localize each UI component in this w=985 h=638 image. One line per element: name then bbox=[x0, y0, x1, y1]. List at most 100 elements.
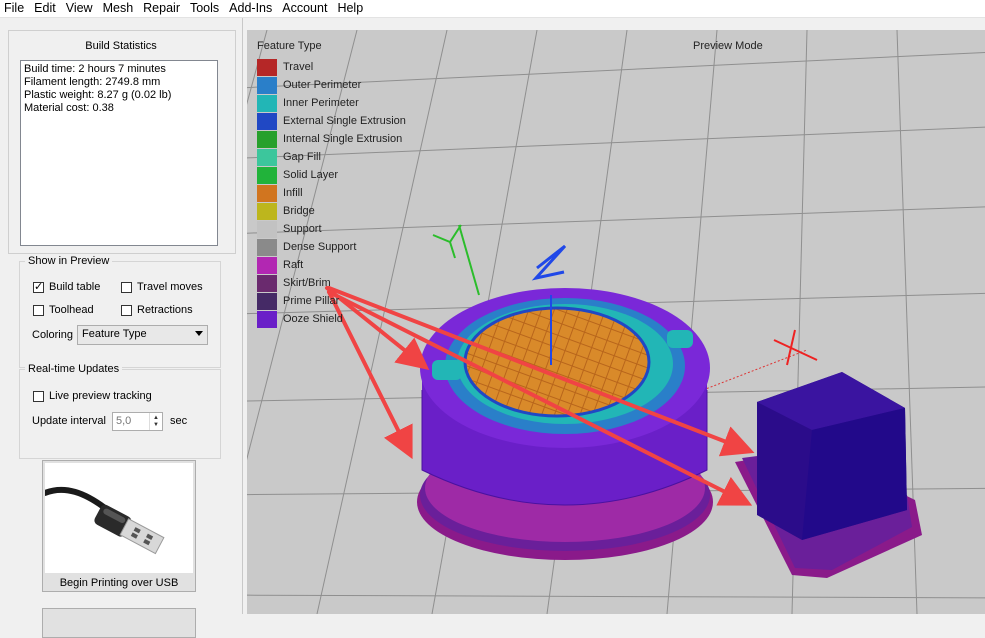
menu-file[interactable]: File bbox=[0, 0, 29, 17]
live-preview-label: Live preview tracking bbox=[49, 390, 152, 402]
legend-item: Raft bbox=[257, 256, 406, 274]
cube-part bbox=[735, 372, 922, 578]
legend-label: Ooze Shield bbox=[283, 313, 343, 325]
legend-label: Bridge bbox=[283, 205, 315, 217]
legend-item: Internal Single Extrusion bbox=[257, 130, 406, 148]
legend-label: Outer Perimeter bbox=[283, 79, 362, 91]
legend-item: Skirt/Brim bbox=[257, 274, 406, 292]
legend-label: External Single Extrusion bbox=[283, 115, 406, 127]
legend-item: Bridge bbox=[257, 202, 406, 220]
legend-label: Raft bbox=[283, 259, 304, 271]
stats-filament-length: Filament length: 2749.8 mm bbox=[24, 76, 161, 88]
chevron-down-icon bbox=[195, 331, 203, 336]
legend-item: External Single Extrusion bbox=[257, 112, 406, 130]
retractions-label: Retractions bbox=[137, 304, 193, 316]
update-interval-input[interactable]: 5,0 ▲ ▼ bbox=[112, 412, 163, 431]
spinner-arrows-icon[interactable]: ▲ ▼ bbox=[149, 413, 162, 430]
legend-item: Infill bbox=[257, 184, 406, 202]
legend-swatch bbox=[257, 130, 277, 148]
build-statistics-title: Build Statistics bbox=[85, 40, 157, 52]
secondary-action-button[interactable] bbox=[42, 608, 196, 638]
menu-account[interactable]: Account bbox=[277, 0, 332, 17]
cylinder-part bbox=[417, 288, 713, 560]
left-panel: Build Statistics Build time: 2 hours 7 m… bbox=[0, 18, 243, 638]
legend-label: Gap Fill bbox=[283, 151, 321, 163]
legend-item: Outer Perimeter bbox=[257, 76, 406, 94]
legend-label: Support bbox=[283, 223, 322, 235]
update-interval-unit: sec bbox=[170, 415, 188, 427]
x-axis-marker bbox=[773, 329, 818, 366]
legend-label: Inner Perimeter bbox=[283, 97, 359, 109]
update-interval-value: 5,0 bbox=[116, 415, 132, 427]
legend-label: Internal Single Extrusion bbox=[283, 133, 403, 145]
legend-swatch bbox=[257, 274, 277, 292]
legend-swatch bbox=[257, 256, 277, 274]
menu-mesh[interactable]: Mesh bbox=[98, 0, 139, 17]
menu-view[interactable]: View bbox=[61, 0, 98, 17]
legend-item: Inner Perimeter bbox=[257, 94, 406, 112]
update-interval-label: Update interval bbox=[32, 415, 106, 427]
retractions-option[interactable]: Retractions bbox=[121, 304, 193, 316]
retractions-checkbox[interactable] bbox=[121, 304, 132, 316]
legend-label: Travel bbox=[283, 61, 314, 73]
live-preview-option[interactable]: Live preview tracking bbox=[33, 390, 152, 402]
legend-label: Infill bbox=[283, 187, 303, 199]
legend-swatch bbox=[257, 76, 277, 94]
legend-swatch bbox=[257, 112, 277, 130]
build-table-option[interactable]: Build table bbox=[33, 280, 101, 293]
live-preview-checkbox[interactable] bbox=[33, 390, 44, 402]
coloring-select-value: Feature Type bbox=[82, 328, 147, 340]
legend-item: Support bbox=[257, 220, 406, 238]
travel-moves-label: Travel moves bbox=[137, 281, 203, 293]
menu-add-ins[interactable]: Add-Ins bbox=[224, 0, 277, 17]
toolhead-label: Toolhead bbox=[49, 304, 94, 316]
legend-item: Travel bbox=[257, 58, 406, 76]
legend-swatch bbox=[257, 310, 277, 328]
build-table-label: Build table bbox=[49, 281, 101, 293]
coloring-select[interactable]: Feature Type bbox=[77, 325, 208, 345]
z-axis-label-icon bbox=[531, 244, 567, 281]
legend-swatch bbox=[257, 166, 277, 184]
feature-type-legend: Travel Outer Perimeter Inner Perimeter E… bbox=[257, 58, 406, 328]
legend-swatch bbox=[257, 220, 277, 238]
menu-bar: File Edit View Mesh Repair Tools Add-Ins… bbox=[0, 0, 985, 18]
legend-swatch bbox=[257, 238, 277, 256]
legend-label: Solid Layer bbox=[283, 169, 339, 181]
legend-item: Gap Fill bbox=[257, 148, 406, 166]
begin-usb-print-label: Begin Printing over USB bbox=[59, 577, 179, 589]
menu-repair[interactable]: Repair bbox=[138, 0, 185, 17]
legend-swatch bbox=[257, 202, 277, 220]
menu-edit[interactable]: Edit bbox=[29, 0, 61, 17]
begin-usb-print-button[interactable]: Begin Printing over USB bbox=[42, 460, 196, 592]
legend-label: Prime Pillar bbox=[283, 295, 340, 307]
usb-cable-image bbox=[42, 463, 193, 573]
stats-build-time: Build time: 2 hours 7 minutes bbox=[24, 63, 166, 75]
legend-item: Dense Support bbox=[257, 238, 406, 256]
legend-item: Ooze Shield bbox=[257, 310, 406, 328]
preview-mode-label: Preview Mode bbox=[693, 40, 763, 52]
menu-tools[interactable]: Tools bbox=[185, 0, 224, 17]
legend-item: Prime Pillar bbox=[257, 292, 406, 310]
stats-material-cost: Material cost: 0.38 bbox=[24, 102, 114, 114]
legend-swatch bbox=[257, 58, 277, 76]
stats-plastic-weight: Plastic weight: 8.27 g (0.02 lb) bbox=[24, 89, 172, 101]
preview-viewport[interactable]: Feature Type Preview Mode Travel Outer P… bbox=[247, 30, 985, 614]
legend-label: Skirt/Brim bbox=[283, 277, 331, 289]
show-in-preview-title: Show in Preview bbox=[25, 255, 113, 267]
travel-moves-checkbox[interactable] bbox=[121, 281, 132, 293]
legend-swatch bbox=[257, 292, 277, 310]
realtime-updates-title: Real-time Updates bbox=[25, 363, 123, 375]
y-axis-label-icon bbox=[432, 224, 462, 259]
legend-swatch bbox=[257, 148, 277, 166]
coloring-label: Coloring bbox=[32, 329, 73, 341]
legend-item: Solid Layer bbox=[257, 166, 406, 184]
travel-moves-option[interactable]: Travel moves bbox=[121, 281, 203, 293]
toolhead-checkbox[interactable] bbox=[33, 304, 44, 316]
menu-help[interactable]: Help bbox=[332, 0, 368, 17]
legend-title: Feature Type bbox=[257, 40, 322, 52]
usb-cable-icon bbox=[42, 486, 165, 555]
build-table-checkbox[interactable] bbox=[33, 280, 44, 293]
legend-swatch bbox=[257, 94, 277, 112]
legend-swatch bbox=[257, 184, 277, 202]
toolhead-option[interactable]: Toolhead bbox=[33, 304, 94, 316]
